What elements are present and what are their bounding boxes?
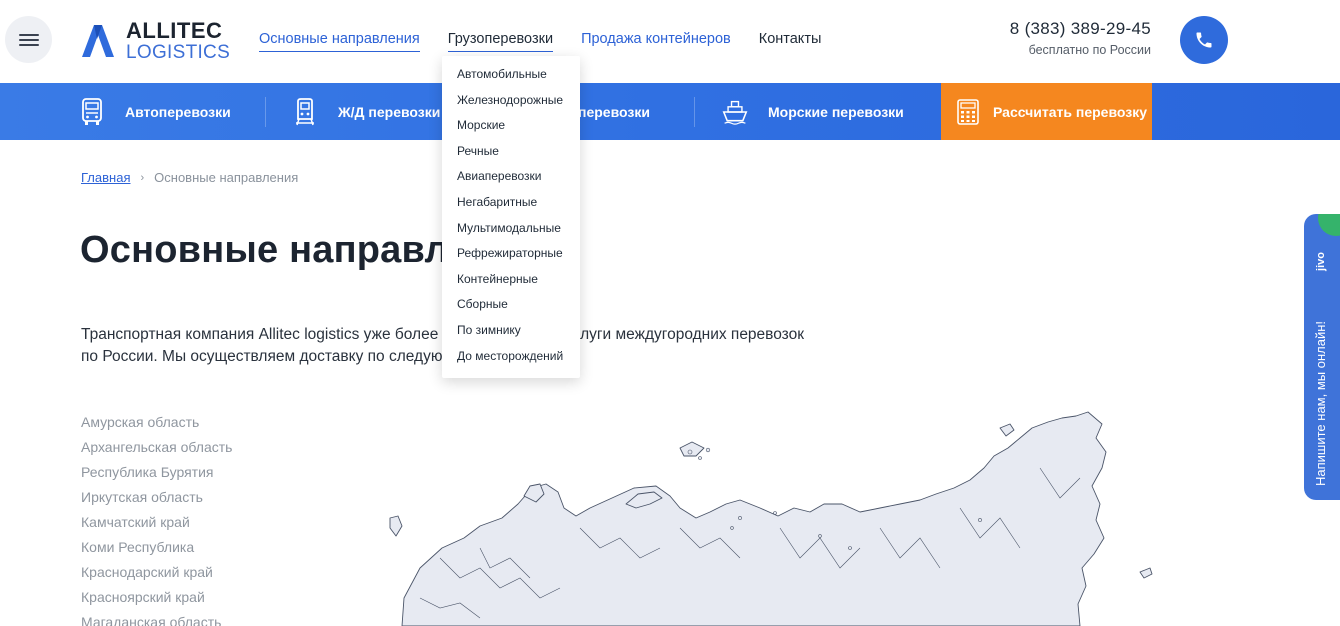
dropdown-item[interactable]: Рефрежираторные: [442, 243, 580, 269]
main-nav: Основные направления Грузоперевозки Прод…: [259, 31, 821, 52]
intro-line1-end: слуги междугородних перевозок: [572, 326, 805, 343]
phone-block: 8 (383) 389-29-45 бесплатно по России: [1010, 19, 1151, 57]
breadcrumb: Главная › Основные направления: [81, 170, 298, 185]
band-item-rail[interactable]: Ж/Д перевозки: [292, 83, 440, 140]
dropdown-item[interactable]: По зимнику: [442, 320, 580, 346]
calculate-label: Рассчитать перевозку: [993, 103, 1147, 120]
region-item[interactable]: Коми Республика: [81, 536, 232, 561]
dropdown-item[interactable]: Мультимодальные: [442, 218, 580, 244]
breadcrumb-current: Основные направления: [154, 170, 299, 185]
nav-cargo[interactable]: Грузоперевозки: [447, 31, 554, 52]
logo-subname: LOGISTICS: [126, 42, 231, 63]
services-band: Автоперевозки Ж/Д перевозки перевозки Мо…: [0, 83, 1340, 140]
phone-number[interactable]: 8 (383) 389-29-45: [1010, 19, 1151, 39]
region-item[interactable]: Архангельская область: [81, 436, 232, 461]
calculate-shipping-button[interactable]: Рассчитать перевозку: [941, 83, 1152, 140]
menu-toggle-button[interactable]: [5, 16, 52, 63]
band-label: перевозки: [578, 103, 650, 120]
nav-main-directions[interactable]: Основные направления: [259, 31, 420, 52]
dropdown-item[interactable]: Сборные: [442, 294, 580, 320]
intro-line1: Транспортная компания Allitec logistics …: [81, 326, 439, 343]
dropdown-item[interactable]: Авиаперевозки: [442, 166, 580, 192]
band-divider: [265, 97, 266, 127]
nav-containers-sale[interactable]: Продажа контейнеров: [581, 31, 731, 52]
call-button[interactable]: [1180, 16, 1228, 64]
chat-cta: Напишите нам, мы онлайн!: [1313, 320, 1328, 486]
dropdown-item[interactable]: Контейнерные: [442, 269, 580, 295]
dropdown-item[interactable]: До месторождений: [442, 346, 580, 372]
phone-note: бесплатно по России: [1028, 43, 1151, 57]
band-label: Морские перевозки: [768, 103, 904, 120]
nav-contacts[interactable]: Контакты: [759, 31, 822, 52]
band-label: Автоперевозки: [125, 103, 231, 120]
truck-icon: [79, 97, 105, 127]
logo-name: ALLITEC: [126, 18, 223, 43]
logo[interactable]: ALLITEC LOGISTICS: [80, 18, 231, 63]
band-divider: [694, 97, 695, 127]
chevron-right-icon: ›: [140, 171, 145, 184]
region-item[interactable]: Магаданская область: [81, 611, 232, 626]
burger-icon-line: [19, 44, 39, 46]
cargo-dropdown-menu: Автомобильные Железнодорожные Морские Ре…: [442, 56, 580, 378]
region-item[interactable]: Амурская область: [81, 411, 232, 436]
intro-line2: по России. Мы осуществляем доставку по с…: [81, 348, 443, 365]
regions-list: Амурская область Архангельская область Р…: [81, 411, 232, 626]
breadcrumb-home-link[interactable]: Главная: [81, 170, 130, 185]
dropdown-item[interactable]: Автомобильные: [442, 64, 580, 90]
region-item[interactable]: Красноярский край: [81, 586, 232, 611]
region-item[interactable]: Камчатский край: [81, 511, 232, 536]
band-item-auto[interactable]: Автоперевозки: [79, 83, 231, 140]
phone-icon: [1196, 32, 1212, 48]
ship-icon: [722, 97, 748, 127]
burger-icon: [19, 34, 39, 36]
region-item[interactable]: Республика Бурятия: [81, 461, 232, 486]
calculator-icon: [957, 98, 979, 125]
dropdown-item[interactable]: Морские: [442, 115, 580, 141]
band-item-air[interactable]: перевозки: [578, 83, 650, 140]
site-header: ALLITEC LOGISTICS Основные направления Г…: [0, 0, 1340, 83]
dropdown-item[interactable]: Железнодорожные: [442, 90, 580, 116]
dropdown-item[interactable]: Речные: [442, 141, 580, 167]
band-label: Ж/Д перевозки: [338, 103, 441, 120]
region-item[interactable]: Иркутская область: [81, 486, 232, 511]
chat-brand: jivo: [1315, 252, 1327, 271]
logo-mark-icon: [82, 25, 114, 57]
burger-icon-line: [19, 39, 39, 41]
band-item-sea[interactable]: Морские перевозки: [722, 83, 904, 140]
russia-map[interactable]: [380, 408, 1160, 626]
chat-widget-tab[interactable]: jivo Напишите нам, мы онлайн!: [1304, 214, 1340, 500]
online-indicator-icon: [1318, 214, 1340, 236]
region-item[interactable]: Краснодарский край: [81, 561, 232, 586]
dropdown-item[interactable]: Негабаритные: [442, 192, 580, 218]
train-icon: [292, 97, 318, 127]
